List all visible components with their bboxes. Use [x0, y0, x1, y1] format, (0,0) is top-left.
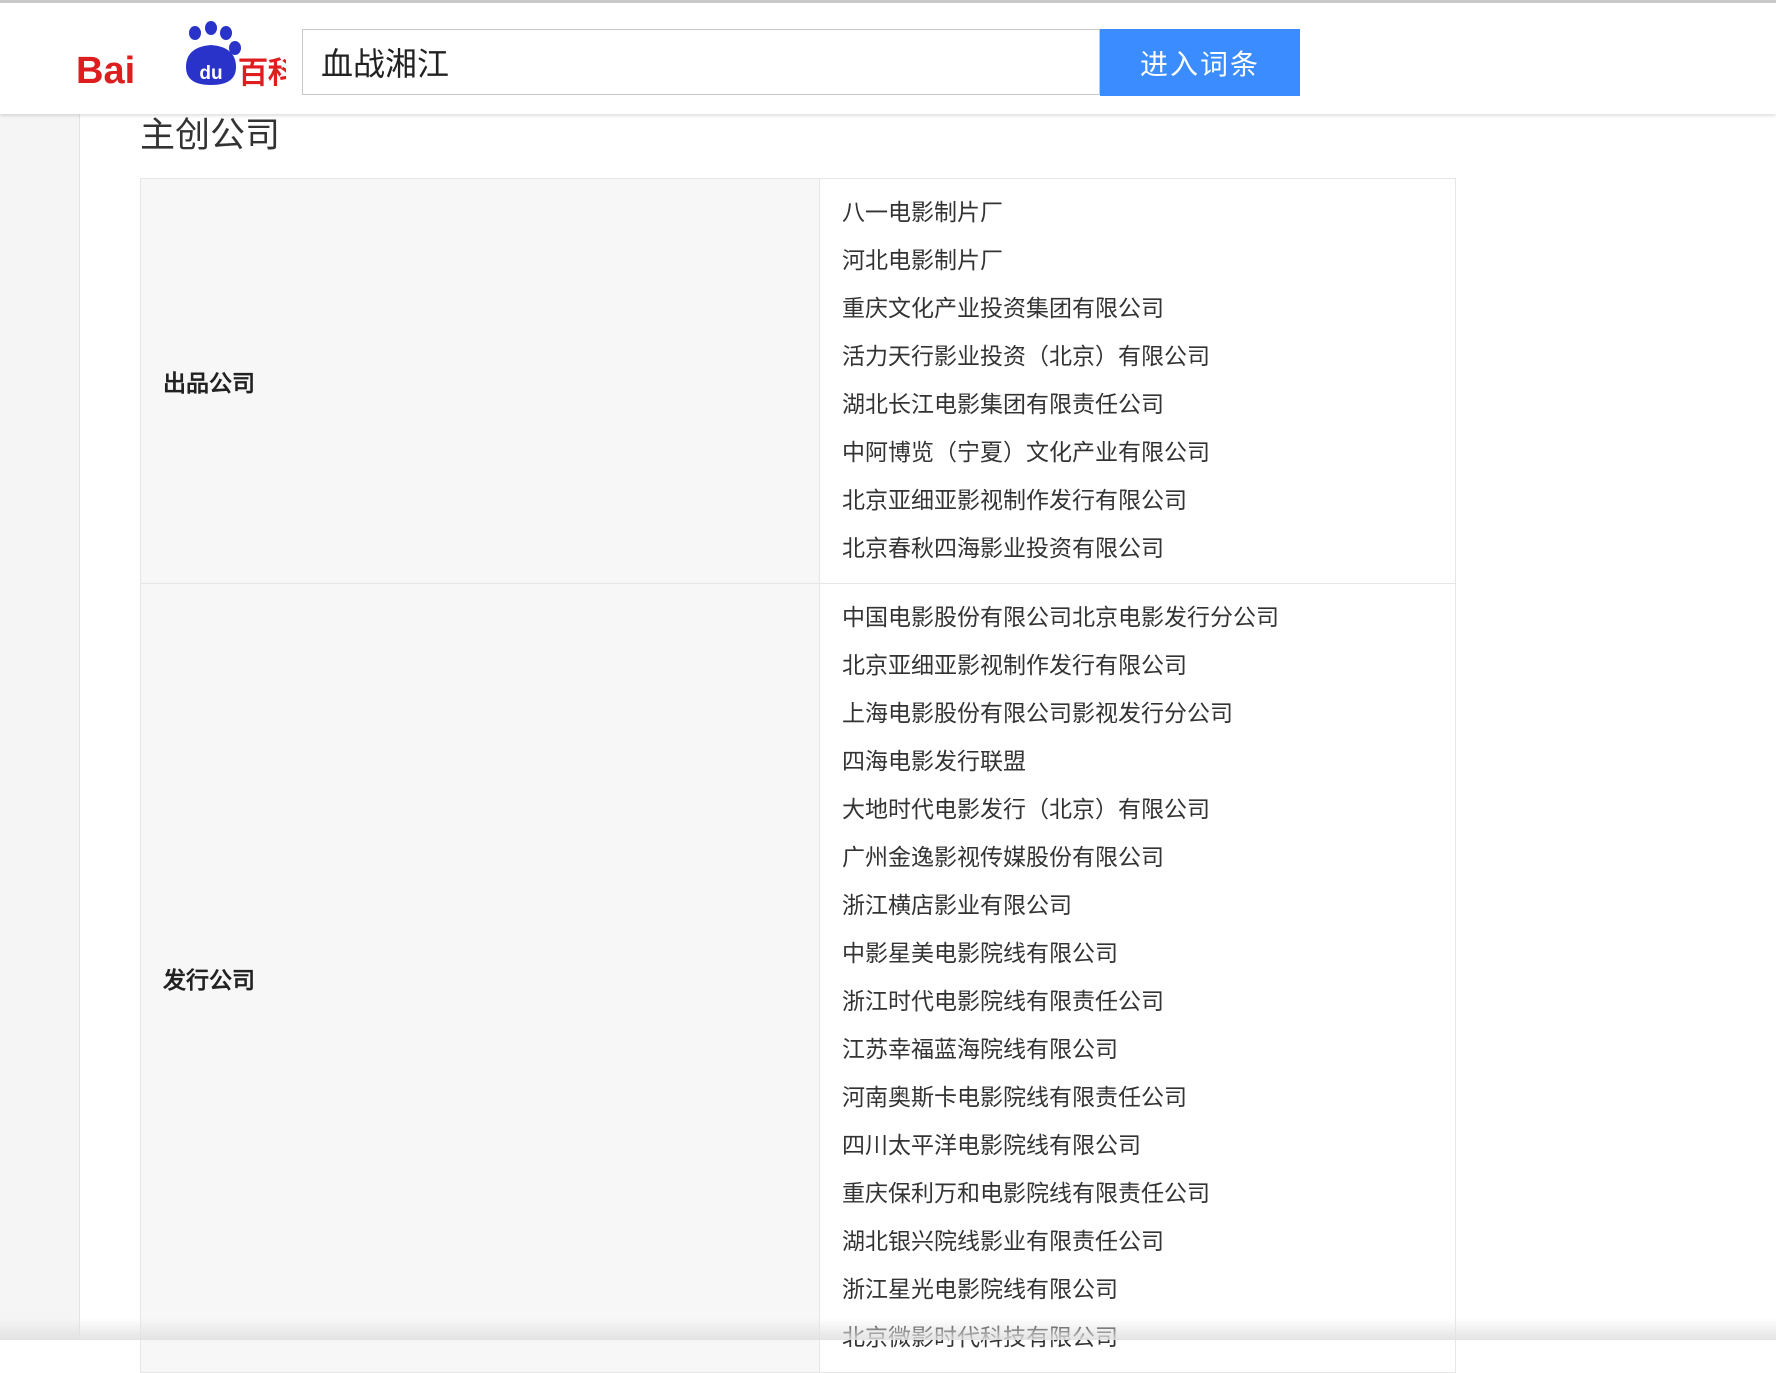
baidu-baike-logo[interactable]: du Bai 百科 [76, 19, 286, 89]
company-item[interactable]: 浙江星光电影院线有限公司 [842, 1266, 1455, 1314]
company-item[interactable]: 重庆保利万和电影院线有限责任公司 [842, 1170, 1455, 1218]
company-item[interactable]: 四海电影发行联盟 [842, 738, 1455, 786]
svg-text:百科: 百科 [238, 56, 286, 89]
company-item[interactable]: 江苏幸福蓝海院线有限公司 [842, 1026, 1455, 1074]
bottom-fade [0, 1318, 1776, 1340]
company-item[interactable]: 北京亚细亚影视制作发行有限公司 [842, 642, 1455, 690]
company-item[interactable]: 河北电影制片厂 [842, 237, 1455, 285]
svg-text:du: du [199, 63, 222, 84]
company-item[interactable]: 重庆文化产业投资集团有限公司 [842, 285, 1455, 333]
row-label: 发行公司 [141, 584, 820, 1373]
company-item[interactable]: 广州金逸影视传媒股份有限公司 [842, 834, 1455, 882]
row-values: 八一电影制片厂河北电影制片厂重庆文化产业投资集团有限公司活力天行影业投资（北京）… [820, 179, 1456, 584]
company-item[interactable]: 中国电影股份有限公司北京电影发行分公司 [842, 594, 1455, 642]
company-table: 出品公司八一电影制片厂河北电影制片厂重庆文化产业投资集团有限公司活力天行影业投资… [140, 178, 1456, 1373]
paw-icon: du [186, 21, 241, 85]
company-list: 八一电影制片厂河北电影制片厂重庆文化产业投资集团有限公司活力天行影业投资（北京）… [842, 189, 1455, 573]
company-item[interactable]: 活力天行影业投资（北京）有限公司 [842, 333, 1455, 381]
table-row: 发行公司中国电影股份有限公司北京电影发行分公司北京亚细亚影视制作发行有限公司上海… [141, 584, 1456, 1373]
company-item[interactable]: 浙江横店影业有限公司 [842, 882, 1455, 930]
company-item[interactable]: 湖北银兴院线影业有限责任公司 [842, 1218, 1455, 1266]
company-item[interactable]: 上海电影股份有限公司影视发行分公司 [842, 690, 1455, 738]
table-row: 出品公司八一电影制片厂河北电影制片厂重庆文化产业投资集团有限公司活力天行影业投资… [141, 179, 1456, 584]
row-values: 中国电影股份有限公司北京电影发行分公司北京亚细亚影视制作发行有限公司上海电影股份… [820, 584, 1456, 1373]
svg-text:Bai: Bai [76, 50, 135, 89]
main-content: 主创公司 出品公司八一电影制片厂河北电影制片厂重庆文化产业投资集团有限公司活力天… [80, 114, 1776, 1340]
company-item[interactable]: 浙江时代电影院线有限责任公司 [842, 978, 1455, 1026]
company-item[interactable]: 大地时代电影发行（北京）有限公司 [842, 786, 1455, 834]
search-box[interactable] [302, 29, 1100, 95]
company-item[interactable]: 湖北长江电影集团有限责任公司 [842, 381, 1455, 429]
company-item[interactable]: 八一电影制片厂 [842, 189, 1455, 237]
company-list: 中国电影股份有限公司北京电影发行分公司北京亚细亚影视制作发行有限公司上海电影股份… [842, 594, 1455, 1362]
section-title: 主创公司 [140, 114, 280, 158]
company-item[interactable]: 中阿博览（宁夏）文化产业有限公司 [842, 429, 1455, 477]
company-item[interactable]: 北京亚细亚影视制作发行有限公司 [842, 477, 1455, 525]
enter-entry-button[interactable]: 进入词条 [1100, 29, 1300, 96]
company-item[interactable]: 北京春秋四海影业投资有限公司 [842, 525, 1455, 573]
company-item[interactable]: 河南奥斯卡电影院线有限责任公司 [842, 1074, 1455, 1122]
row-label: 出品公司 [141, 179, 820, 584]
search-input[interactable] [303, 30, 1099, 94]
company-item[interactable]: 四川太平洋电影院线有限公司 [842, 1122, 1455, 1170]
left-gutter [0, 114, 80, 1340]
top-bar: du Bai 百科 进入词条 [0, 0, 1776, 114]
company-item[interactable]: 中影星美电影院线有限公司 [842, 930, 1455, 978]
